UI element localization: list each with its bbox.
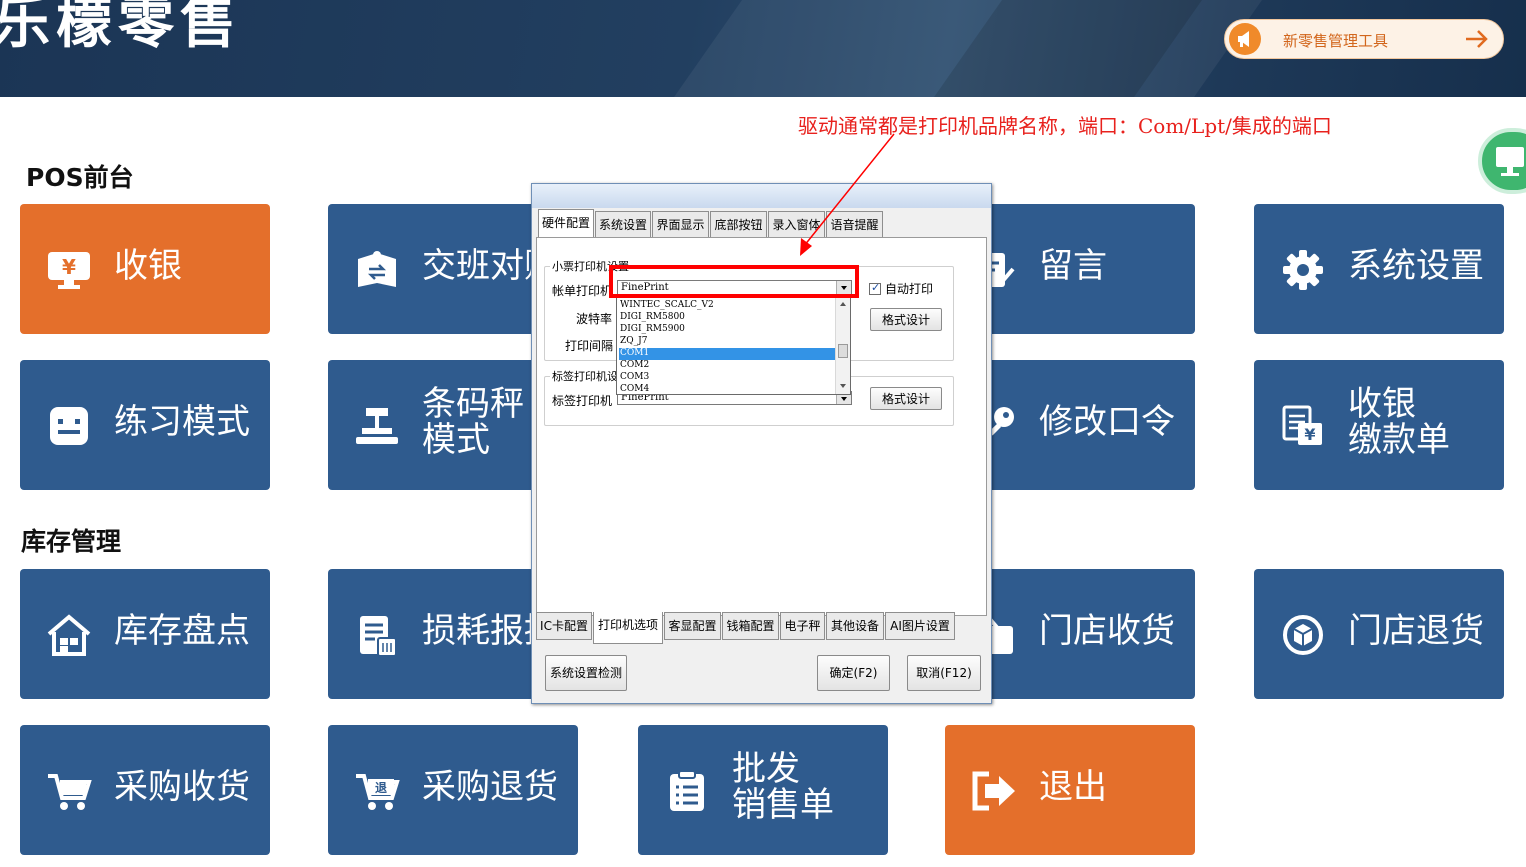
tile-label: 修改口令	[1039, 402, 1175, 442]
brand-title: 乐檬零售	[0, 0, 242, 56]
cashier-monitor-icon: ¥	[46, 249, 92, 291]
tile-practice-mode[interactable]: 练习模式	[20, 360, 270, 490]
baud-rate-label: 波特率	[576, 312, 613, 326]
tab-ai-image-settings[interactable]: AI图片设置	[885, 612, 955, 640]
tile-label: 门店退货	[1348, 611, 1484, 651]
exchange-book-icon	[354, 249, 400, 291]
app-root: 乐檬零售 新零售管理工具 驱动通常都是打印机品牌名称，端口：Com/Lpt/集成…	[0, 0, 1526, 867]
tile-wholesale[interactable]: 批发 销售单	[638, 725, 888, 855]
tab-system-settings[interactable]: 系统设置	[595, 211, 651, 237]
tile-label: 门店收货	[1039, 611, 1175, 651]
system-check-button[interactable]: 系统设置检测	[545, 655, 627, 691]
arrow-right-icon	[1463, 27, 1491, 51]
tab-bottom-buttons[interactable]: 底部按钮	[710, 211, 767, 237]
printer-driver-dropdown: WINTEC_SCALC_V2 DIGI_RM5800 DIGI_RM5900 …	[616, 297, 851, 395]
dropdown-option[interactable]: COM3	[619, 372, 835, 384]
megaphone-icon	[1229, 23, 1261, 55]
tab-display[interactable]: 界面显示	[652, 211, 709, 237]
tile-label: 采购退货	[422, 767, 558, 807]
tile-purchase-return[interactable]: 退 采购退货	[328, 725, 578, 855]
print-interval-label: 打印间隔	[565, 339, 614, 353]
dropdown-option[interactable]: DIGI_RM5900	[619, 324, 835, 336]
tile-exit[interactable]: 退出	[945, 725, 1195, 855]
cancel-button[interactable]: 取消(F12)	[907, 655, 981, 691]
management-tool-label: 新零售管理工具	[1283, 32, 1389, 50]
tile-stocktake[interactable]: 库存盘点	[20, 569, 270, 699]
tile-label: 库存盘点	[114, 611, 250, 651]
tile-store-return[interactable]: 门店退货	[1254, 569, 1504, 699]
tab-electronic-scale[interactable]: 电子秤	[780, 612, 825, 640]
tile-label-line1: 收银	[1348, 384, 1416, 424]
tile-label: 收银 缴款单	[1348, 386, 1488, 458]
auto-print-checkbox[interactable]	[869, 281, 881, 295]
cart-icon	[46, 770, 92, 812]
floating-side-button[interactable]	[1478, 128, 1526, 194]
tile-label: 批发 销售单	[732, 751, 872, 823]
tab-cash-drawer[interactable]: 钱箱配置	[722, 612, 779, 640]
practice-icon	[46, 405, 92, 447]
dropdown-option[interactable]: ZQ_J7	[619, 336, 835, 348]
scroll-down-icon[interactable]	[840, 384, 846, 388]
scroll-thumb[interactable]	[838, 344, 848, 358]
tile-label: 系统设置	[1348, 246, 1484, 286]
section-title-pos: POS前台	[26, 163, 134, 192]
clipboard-list-icon	[664, 770, 710, 812]
dropdown-option[interactable]: COM4	[619, 384, 835, 394]
svg-text:¥: ¥	[1304, 425, 1315, 444]
screen-icon	[1496, 147, 1524, 176]
tile-label-line2: 模式	[422, 420, 490, 460]
bottom-tab-strip: IC卡配置 打印机选项 客显配置 钱箱配置 电子秤 其他设备 AI图片设置	[536, 612, 987, 644]
label-printer-label: 标签打印机	[552, 394, 613, 408]
ok-button[interactable]: 确定(F2)	[817, 655, 890, 691]
scroll-up-icon[interactable]	[840, 302, 846, 306]
dropdown-option[interactable]: COM2	[619, 360, 835, 372]
tile-label: 收银	[114, 246, 182, 286]
scale-icon	[354, 405, 400, 447]
warehouse-icon	[46, 614, 92, 656]
gear-icon	[1280, 249, 1326, 291]
return-box-icon	[1280, 614, 1326, 656]
tile-label: 练习模式	[114, 402, 250, 442]
report-delete-icon	[354, 614, 400, 657]
tile-system-settings[interactable]: 系统设置	[1254, 204, 1504, 334]
tab-customer-display[interactable]: 客显配置	[664, 612, 721, 640]
dialog-titlebar[interactable]	[532, 184, 991, 208]
cart-return-icon: 退	[354, 770, 400, 812]
annotation-arrow	[800, 133, 895, 256]
dropdown-option[interactable]: WINTEC_SCALC_V2	[619, 300, 835, 312]
section-title-inventory: 库存管理	[21, 527, 122, 556]
management-tool-button[interactable]: 新零售管理工具	[1224, 19, 1504, 59]
tile-label-line2: 缴款单	[1348, 420, 1450, 460]
dropdown-option-selected[interactable]: COM1	[619, 348, 835, 360]
tab-ic-card[interactable]: IC卡配置	[536, 612, 592, 640]
tile-payment-slip[interactable]: ¥ 收银 缴款单	[1254, 360, 1504, 490]
tile-purchase-receiving[interactable]: 采购收货	[20, 725, 270, 855]
exit-icon	[971, 770, 1017, 812]
tile-label: 采购收货	[114, 767, 250, 807]
svg-text:退: 退	[375, 781, 387, 795]
tile-label: 留言	[1039, 246, 1107, 286]
tab-other-devices[interactable]: 其他设备	[826, 612, 884, 640]
label-format-design-button[interactable]: 格式设计	[870, 387, 942, 410]
tab-printer-options[interactable]: 打印机选项	[593, 612, 663, 644]
tile-label: 退出	[1039, 767, 1107, 807]
highlight-box	[609, 265, 859, 298]
tile-cashier[interactable]: ¥ 收银	[20, 204, 270, 334]
header-banner: 乐檬零售 新零售管理工具	[0, 0, 1526, 97]
dropdown-option[interactable]: DIGI_RM5800	[619, 312, 835, 324]
bill-printer-label: 帐单打印机	[552, 284, 613, 298]
tile-label-line1: 批发	[732, 749, 800, 789]
settings-dialog: 硬件配置 系统设置 界面显示 底部按钮 录入窗体 语音提醒 小票打印机设置 帐单…	[531, 183, 992, 704]
auto-print-label: 自动打印	[885, 282, 934, 296]
tile-label-line1: 条码秤	[422, 384, 524, 424]
receipt-format-design-button[interactable]: 格式设计	[870, 308, 942, 331]
tab-hardware-config[interactable]: 硬件配置	[538, 209, 594, 237]
payment-slip-icon: ¥	[1280, 405, 1326, 447]
dropdown-scrollbar[interactable]	[835, 298, 850, 394]
svg-text:¥: ¥	[62, 255, 76, 279]
tile-label-line2: 销售单	[732, 785, 834, 825]
